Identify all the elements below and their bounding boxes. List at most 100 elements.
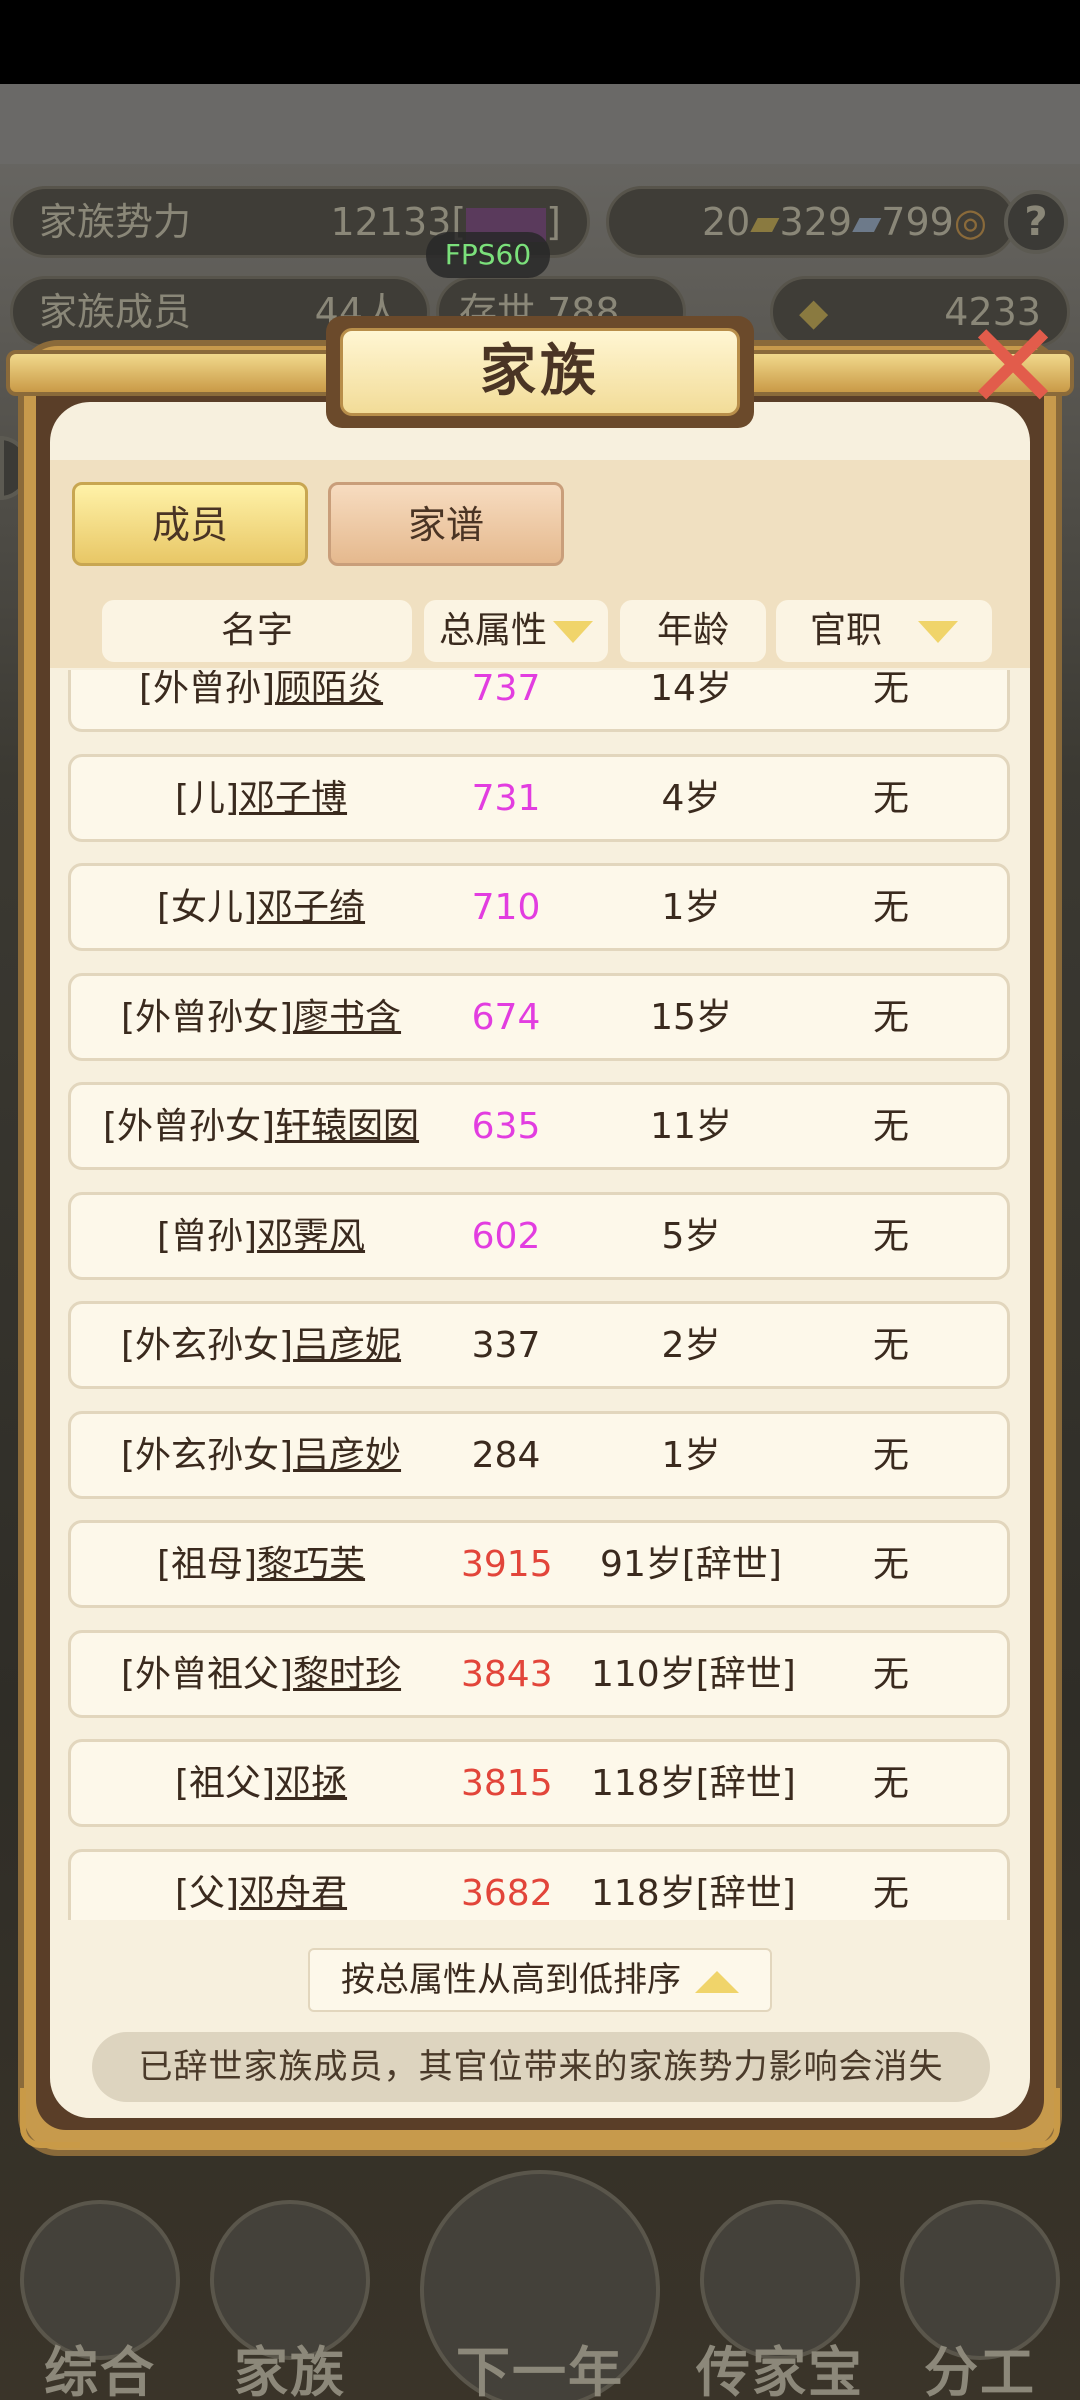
corner-ornament [20,2088,80,2148]
member-total-attr: 284 [471,1434,541,1476]
member-row[interactable]: [儿]邓子博 731 4岁 无 [68,753,1010,842]
member-name-cell: [外玄孙女]吕彦妮 [71,1304,451,1388]
member-official-title: 无 [872,1653,909,1695]
member-total-attr: 635 [471,1106,541,1147]
member-row[interactable]: [外曾祖父]黎时珍 3843 110岁[辞世] 无 [68,1629,1010,1718]
copper-amount: 799 [881,200,954,244]
member-official-title: 无 [872,1215,909,1257]
member-row[interactable]: [祖父]邓拯 3815 118岁[辞世] 无 [68,1739,1010,1827]
tab-members[interactable]: 成员 [72,482,308,566]
bottom-nav: 综合 家族 下一年 传家宝 分工 [0,2170,1080,2400]
member-name-cell: [外玄孙女]吕彦妙 [71,1414,451,1498]
member-name-link[interactable]: 顾陌炎 [275,670,383,709]
nav-heirloom[interactable]: 传家宝 [690,2180,870,2400]
member-row[interactable]: [外曾孙女]轩辕囡囡 635 11岁 无 [68,1082,1010,1170]
member-total-attr: 737 [471,670,541,709]
member-official-title: 无 [872,1763,909,1804]
nav-next-year[interactable]: 下一年 [420,2170,660,2400]
member-row[interactable]: [外曾孙]顾陌炎 737 14岁 无 [68,670,1010,732]
member-total-attr: 3915 [461,1544,553,1585]
member-row[interactable]: [祖母]黎巧芙 3915 91岁[辞世] 无 [68,1520,1010,1608]
member-age: 11岁 [650,1106,732,1147]
column-title-label: 官职 [809,610,882,651]
close-button[interactable]: ✕ [958,308,1068,428]
member-age: 91岁[辞世] [600,1544,782,1585]
member-row[interactable]: [外玄孙女]吕彦妙 284 1岁 无 [68,1410,1010,1499]
member-relation: [外曾祖父] [120,1653,294,1695]
gold-bar-icon: ▰ [750,200,780,244]
member-list[interactable]: [外曾孙]顾陌炎 737 14岁无 [儿]邓子博 731 4岁无 [女儿]邓子绮 710 1岁无… [50,670,1030,1920]
member-name-link[interactable]: 廖书含 [293,997,401,1038]
member-official-title: 无 [872,1872,909,1914]
sort-up-icon [695,1970,739,1993]
member-total-attr: 3682 [461,1872,553,1914]
member-name-link[interactable]: 邓子绮 [257,887,365,928]
family-power-suffix: ] [546,200,561,244]
member-total-attr: 674 [471,996,541,1038]
member-row[interactable]: [父]邓舟君 3682 118岁[辞世] 无 [68,1848,1010,1921]
member-official-title: 无 [872,777,909,819]
member-total-attr: 602 [471,1215,541,1257]
member-name-link[interactable]: 轩辕囡囡 [275,1106,419,1147]
member-name-cell: [外曾孙女]廖书含 [71,976,451,1060]
member-total-attr: 710 [471,887,541,928]
member-total-attr: 337 [471,1325,541,1366]
help-icon[interactable]: ? [1004,190,1068,254]
member-name-cell: [外曾祖父]黎时珍 [71,1633,451,1717]
member-name-link[interactable]: 黎时珍 [293,1654,401,1695]
background-top-band [0,84,1080,164]
member-age: 118岁[辞世] [591,1872,796,1914]
member-row[interactable]: [外玄孙女]吕彦妮 337 2岁 无 [68,1301,1010,1389]
nav-division[interactable]: 分工 [890,2180,1070,2400]
silver-amount: 329 [779,200,853,244]
corner-ornament [1000,2088,1060,2148]
member-name-cell: [父]邓舟君 [71,1852,451,1921]
nav-overview[interactable]: 综合 [10,2180,190,2400]
sort-order-button[interactable]: 按总属性从高到低排序 [308,1948,772,2012]
column-header-title[interactable]: 官职 [776,600,992,662]
member-age: 4岁 [661,777,721,819]
member-row[interactable]: [曾孙]邓霁风 602 5岁 无 [68,1191,1010,1280]
member-name-link[interactable]: 邓拯 [275,1763,347,1804]
member-name-link[interactable]: 黎巧芙 [257,1544,365,1585]
member-row[interactable]: [女儿]邓子绮 710 1岁 无 [68,863,1010,951]
tab-genealogy[interactable]: 家谱 [328,482,564,566]
member-age: 1岁 [661,1434,721,1476]
member-name-link[interactable]: 邓舟君 [239,1873,347,1914]
silver-bar-icon: ▰ [852,200,882,244]
member-relation: [外曾孙女] [120,996,294,1038]
member-name-link[interactable]: 吕彦妮 [293,1325,401,1366]
member-name-cell: [女儿]邓子绮 [71,866,451,950]
member-name-cell: [儿]邓子博 [71,757,451,841]
sort-down-icon [553,621,593,643]
nav-heirloom-label: 传家宝 [696,2341,864,2400]
member-official-title: 无 [872,1544,909,1585]
gold-amount: 20 [701,200,751,244]
family-power-label: 家族势力 [39,200,192,244]
fps-counter: FPS60 [426,232,550,278]
member-name-link[interactable]: 吕彦妙 [293,1435,401,1476]
member-official-title: 无 [872,1106,909,1147]
column-header-age[interactable]: 年龄 [620,600,766,662]
column-header-attr[interactable]: 总属性 [424,600,608,662]
member-name-link[interactable]: 邓霁风 [257,1216,365,1257]
member-age: 110岁[辞世] [591,1653,796,1695]
deceased-notice: 已辞世家族成员，其官位带来的家族势力影响会消失 [92,2032,990,2102]
member-relation: [外曾孙] [138,670,276,709]
filter-down-icon [918,621,958,643]
nav-overview-label: 综合 [44,2341,156,2400]
member-relation: [外玄孙女] [120,1325,294,1366]
member-name-cell: [祖母]黎巧芙 [71,1523,451,1607]
member-row[interactable]: [外曾孙女]廖书含 674 15岁 无 [68,972,1010,1061]
member-name-link[interactable]: 邓子博 [239,778,347,819]
member-total-attr: 731 [471,777,541,819]
member-official-title: 无 [872,887,909,928]
column-header-name[interactable]: 名字 [102,600,412,662]
member-age: 5岁 [661,1215,721,1257]
help-symbol: ? [1024,199,1048,245]
member-relation: [祖母] [156,1544,258,1585]
member-age: 1岁 [661,887,721,928]
coin-icon: ◎ [953,200,987,244]
nav-family[interactable]: 家族 [200,2180,380,2400]
member-relation: [外玄孙女] [120,1434,294,1476]
